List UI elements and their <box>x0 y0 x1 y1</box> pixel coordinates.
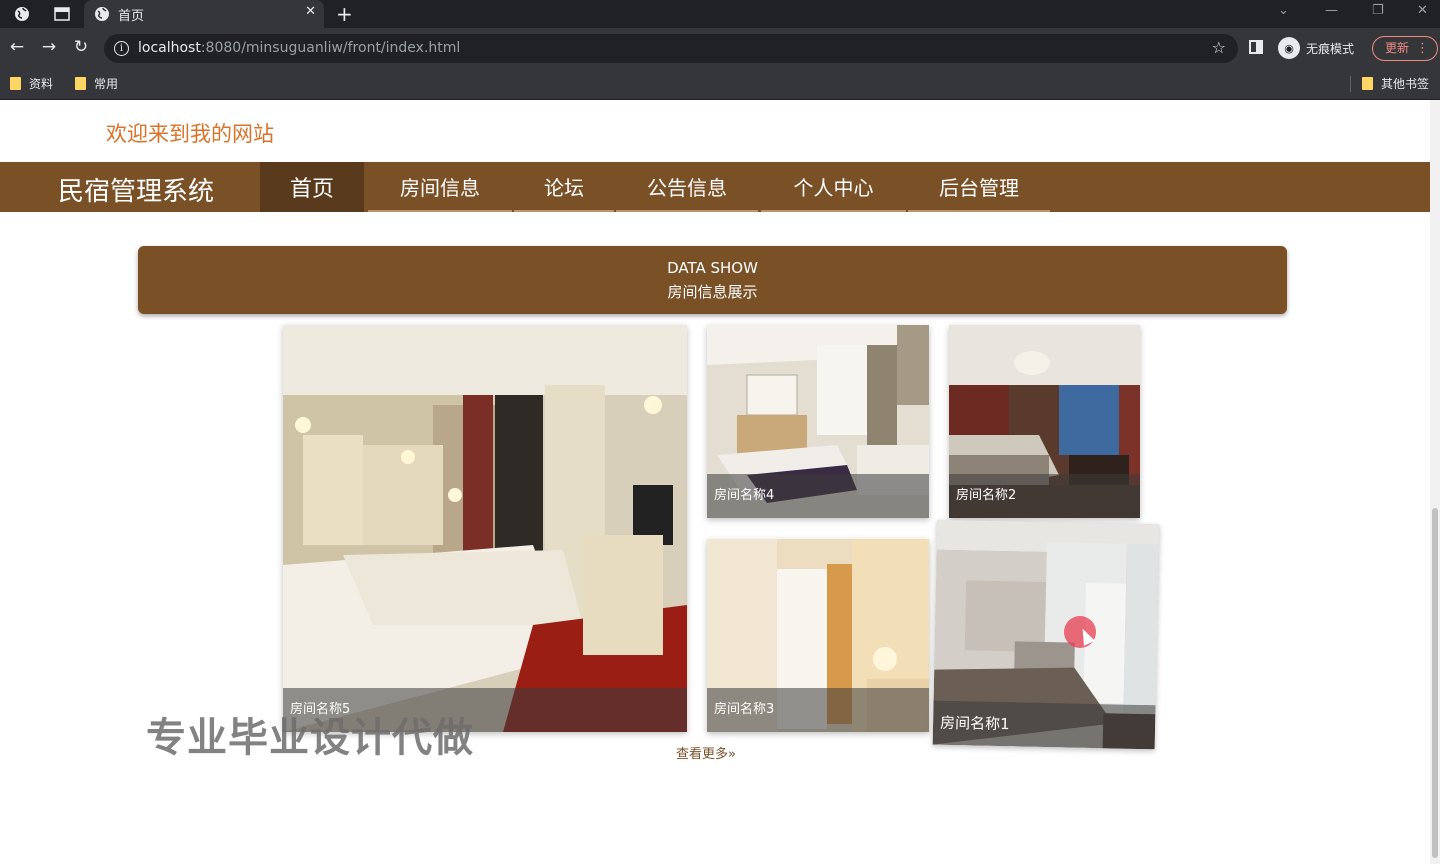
back-icon[interactable]: ← <box>6 36 28 58</box>
nav-item-forum[interactable]: 论坛 <box>514 162 614 212</box>
globe-icon[interactable] <box>12 4 32 24</box>
site-brand: 民宿管理系统 <box>58 177 215 207</box>
folder-icon <box>1362 77 1373 90</box>
incognito-icon: ◉ <box>1278 37 1300 59</box>
window-close-icon[interactable]: ✕ <box>1417 3 1428 18</box>
double-chevron-right-icon: » <box>728 747 736 762</box>
forward-icon[interactable]: → <box>38 36 60 58</box>
incognito-indicator[interactable]: ◉ 无痕模式 <box>1278 37 1354 59</box>
room-card[interactable]: 房间名称1 <box>932 519 1160 750</box>
web-page: 欢迎来到我的网站 民宿管理系统 首页 房间信息 论坛 公告信息 个人中心 后台管… <box>0 100 1430 864</box>
globe-icon <box>95 7 109 21</box>
browser-toolbar: ← → ↻ i localhost:8080/minsuguanliw/fron… <box>0 28 1440 68</box>
section-title-cn: 房间信息展示 <box>667 283 758 301</box>
restore-icon[interactable]: ❐ <box>1372 3 1384 18</box>
side-panel-icon[interactable] <box>1249 40 1263 54</box>
bookmark-folder-2[interactable]: 常用 <box>75 75 118 92</box>
update-button[interactable]: 更新 ⋮ <box>1372 36 1438 61</box>
nav-item-profile[interactable]: 个人中心 <box>761 162 906 212</box>
folder-icon <box>10 77 21 90</box>
room-caption: 房间名称2 <box>949 474 1140 518</box>
bookmark-label: 资料 <box>29 77 54 91</box>
tab-title: 首页 <box>118 9 145 24</box>
bookmark-label: 常用 <box>94 77 119 91</box>
watermark-text: 专业毕业设计代做 <box>146 715 474 761</box>
room-caption: 房间名称1 <box>932 700 1156 750</box>
nav-item-home[interactable]: 首页 <box>260 162 364 212</box>
bookmarks-bar: 资料 常用 其他书签 <box>0 68 1440 100</box>
bookmark-label: 其他书签 <box>1381 77 1430 91</box>
view-more-link[interactable]: 查看更多» <box>676 743 736 762</box>
section-header: DATA SHOW 房间信息展示 <box>138 246 1287 314</box>
room-card[interactable]: 房间名称3 <box>707 539 929 732</box>
minimize-icon[interactable]: — <box>1325 3 1338 18</box>
address-bar[interactable]: i localhost:8080/minsuguanliw/front/inde… <box>104 34 1238 63</box>
reload-icon[interactable]: ↻ <box>70 36 92 58</box>
nav-item-notices[interactable]: 公告信息 <box>616 162 758 212</box>
room-caption: 房间名称4 <box>707 474 929 518</box>
update-label: 更新 <box>1385 41 1410 55</box>
browser-tab[interactable]: 首页 ✕ <box>84 0 324 28</box>
url-text: localhost:8080/minsuguanliw/front/index.… <box>138 40 461 56</box>
bookmarks-divider <box>1350 76 1351 92</box>
new-tab-icon[interactable]: + <box>336 2 353 26</box>
welcome-text: 欢迎来到我的网站 <box>106 122 274 146</box>
nav-item-admin[interactable]: 后台管理 <box>908 162 1050 212</box>
room-photo <box>283 325 687 732</box>
room-card[interactable]: 房间名称5 <box>283 325 687 732</box>
folder-icon <box>75 77 86 90</box>
browser-tab-bar: 首页 ✕ + ⌄ — ❐ ✕ <box>0 0 1440 28</box>
room-caption: 房间名称3 <box>707 688 929 732</box>
section-title-en: DATA SHOW <box>667 259 758 277</box>
info-icon[interactable]: i <box>114 41 129 56</box>
incognito-label: 无痕模式 <box>1306 41 1355 56</box>
room-card[interactable]: 房间名称4 <box>707 325 929 518</box>
nav-item-rooms[interactable]: 房间信息 <box>368 162 512 212</box>
view-more-label: 查看更多 <box>676 747 729 762</box>
bookmark-folder-1[interactable]: 资料 <box>10 75 53 92</box>
other-bookmarks[interactable]: 其他书签 <box>1362 75 1429 92</box>
room-card[interactable]: 房间名称2 <box>949 325 1140 518</box>
more-vert-icon: ⋮ <box>1416 41 1429 56</box>
chevron-down-icon[interactable]: ⌄ <box>1278 3 1289 18</box>
site-navbar: 民宿管理系统 首页 房间信息 论坛 公告信息 个人中心 后台管理 <box>0 162 1430 212</box>
bookmark-star-icon[interactable]: ☆ <box>1212 38 1226 57</box>
tab-overview-icon[interactable] <box>52 4 72 24</box>
page-scrollbar[interactable] <box>1430 100 1440 864</box>
close-icon[interactable]: ✕ <box>305 4 316 19</box>
scrollbar-thumb[interactable] <box>1432 508 1438 858</box>
